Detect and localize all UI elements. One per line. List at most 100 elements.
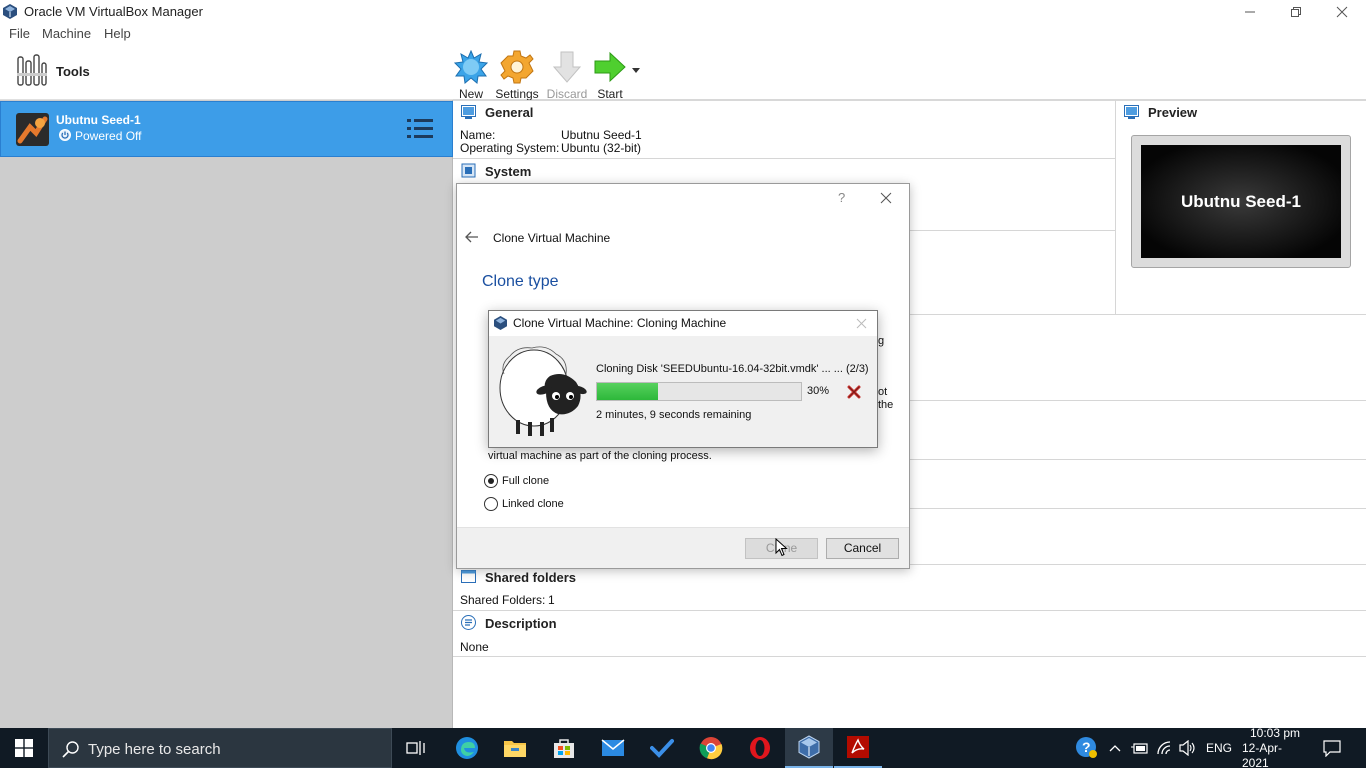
vm-menu-icon[interactable]: [407, 117, 433, 141]
dialog-close-icon[interactable]: [880, 192, 892, 204]
dialog-footer: Clone Cancel: [457, 527, 909, 568]
new-button[interactable]: New: [446, 48, 496, 101]
todo-check-icon: [650, 739, 674, 758]
progress-titlebar: Clone Virtual Machine: Cloning Machine: [489, 311, 877, 336]
shared-section-title[interactable]: Shared folders: [485, 570, 576, 585]
time-remaining: 2 minutes, 9 seconds remaining: [596, 409, 752, 421]
name-label: Name:: [460, 128, 496, 142]
description-section-title[interactable]: Description: [485, 616, 557, 631]
start-button[interactable]: Start: [585, 48, 635, 101]
name-value: Ubutnu Seed-1: [561, 128, 642, 142]
window-title: Oracle VM VirtualBox Manager: [24, 4, 203, 19]
edge-browser-icon: [456, 737, 478, 759]
vm-state: Powered Off: [75, 129, 142, 143]
clone-type-title: Clone type: [482, 273, 559, 290]
taskbar-todo[interactable]: [638, 728, 686, 768]
menu-machine[interactable]: Machine: [42, 26, 91, 41]
progress-bar-fill: [597, 383, 659, 400]
tray-language[interactable]: ENG: [1206, 728, 1232, 768]
ubuntu-os-icon: [16, 113, 49, 146]
task-view-icon: [406, 741, 425, 755]
occluded-text-fragment: g: [878, 335, 885, 347]
start-label: Start: [597, 87, 623, 101]
occluded-text-fragment: the: [878, 399, 894, 411]
occluded-text-fragment: ot: [878, 386, 888, 398]
mail-icon: [601, 739, 625, 756]
window-titlebar: Oracle VM VirtualBox Manager: [0, 0, 1366, 23]
chevron-up-icon: [1109, 745, 1121, 752]
vm-list-item[interactable]: Ubutnu Seed-1 Powered Off: [0, 101, 453, 157]
minimize-button[interactable]: [1227, 0, 1273, 23]
progress-percent: 30%: [807, 385, 830, 397]
full-clone-radio[interactable]: [484, 474, 498, 488]
menu-file[interactable]: File: [9, 26, 30, 41]
virtualbox-app-icon: [3, 4, 17, 19]
os-value: Ubuntu (32-bit): [561, 141, 642, 155]
preview-monitor-icon: [1124, 105, 1139, 119]
tray-clock[interactable]: 10:03 pm 12-Apr-2021: [1242, 726, 1308, 770]
tools-label: Tools: [56, 64, 90, 79]
progress-close-icon: [856, 318, 867, 329]
back-arrow-icon[interactable]: [465, 231, 479, 243]
close-window-button[interactable]: [1319, 0, 1365, 23]
search-placeholder: Type here to search: [88, 741, 221, 758]
settings-label: Settings: [495, 87, 539, 101]
language-indicator: ENG: [1206, 741, 1233, 755]
taskbar-store[interactable]: [540, 728, 588, 768]
help-question-icon: ?: [1076, 737, 1097, 758]
linked-clone-label[interactable]: Linked clone: [502, 498, 564, 510]
taskbar-virtualbox[interactable]: [785, 728, 833, 768]
discard-arrow-icon: [552, 51, 582, 83]
minimize-icon: [1245, 11, 1255, 12]
clock-date: 12-Apr-2021: [1242, 740, 1283, 770]
action-center-button[interactable]: [1322, 728, 1342, 768]
taskbar-file-explorer[interactable]: [491, 728, 539, 768]
system-section-title[interactable]: System: [485, 164, 531, 179]
acrobat-pdf-icon: [847, 736, 869, 758]
general-section-title[interactable]: General: [485, 105, 533, 120]
preview-section-title[interactable]: Preview: [1148, 105, 1197, 120]
tray-network[interactable]: [1156, 728, 1174, 768]
virtualbox-taskbar-icon: [798, 735, 820, 759]
main-toolbar: New Settings Discard Start: [453, 44, 1366, 101]
restore-button[interactable]: [1273, 0, 1319, 23]
full-clone-label[interactable]: Full clone: [502, 475, 549, 487]
cancel-operation-icon[interactable]: [847, 385, 861, 399]
tray-battery[interactable]: [1131, 728, 1149, 768]
help-button[interactable]: ?: [838, 190, 845, 205]
tray-overflow-button[interactable]: [1108, 728, 1122, 768]
wizard-header: Clone Virtual Machine: [493, 231, 611, 245]
chrome-browser-icon: [699, 737, 723, 760]
cloning-progress-dialog: Clone Virtual Machine: Cloning Machine C…: [488, 310, 878, 448]
taskbar-search-box[interactable]: Type here to search: [48, 728, 392, 768]
start-dropdown-icon[interactable]: [632, 68, 640, 74]
tray-volume[interactable]: [1179, 728, 1197, 768]
tray-help-icon[interactable]: ?: [1075, 728, 1099, 768]
folder-icon: [504, 741, 526, 757]
sheep-illustration-icon: [499, 346, 587, 436]
start-menu-button[interactable]: [0, 728, 48, 768]
start-arrow-icon: [594, 51, 626, 83]
taskbar-chrome[interactable]: [687, 728, 735, 768]
taskbar-mail[interactable]: [589, 728, 637, 768]
linked-clone-radio[interactable]: [484, 497, 498, 511]
store-bag-icon: [554, 739, 574, 758]
tools-item[interactable]: Tools: [0, 44, 453, 100]
menu-help[interactable]: Help: [104, 26, 131, 41]
taskbar-acrobat[interactable]: [834, 728, 882, 768]
os-label: Operating System:: [460, 141, 560, 155]
cancel-button[interactable]: Cancel: [826, 538, 899, 559]
menu-bar: File Machine Help: [0, 23, 1366, 44]
progress-operation-text: Cloning Disk 'SEEDUbuntu-16.04-32bit.vmd…: [596, 363, 869, 375]
new-label: New: [458, 87, 483, 101]
wifi-icon: [1157, 741, 1171, 755]
taskbar-edge[interactable]: [443, 728, 491, 768]
restore-icon: [1291, 6, 1301, 17]
task-view-button[interactable]: [392, 728, 440, 768]
system-chip-icon: [461, 163, 476, 178]
speaker-volume-icon: [1179, 740, 1195, 756]
settings-button[interactable]: Settings: [492, 48, 542, 101]
taskbar-opera[interactable]: [736, 728, 784, 768]
shared-folder-icon: [461, 570, 476, 583]
virtualbox-small-icon: [494, 316, 507, 330]
